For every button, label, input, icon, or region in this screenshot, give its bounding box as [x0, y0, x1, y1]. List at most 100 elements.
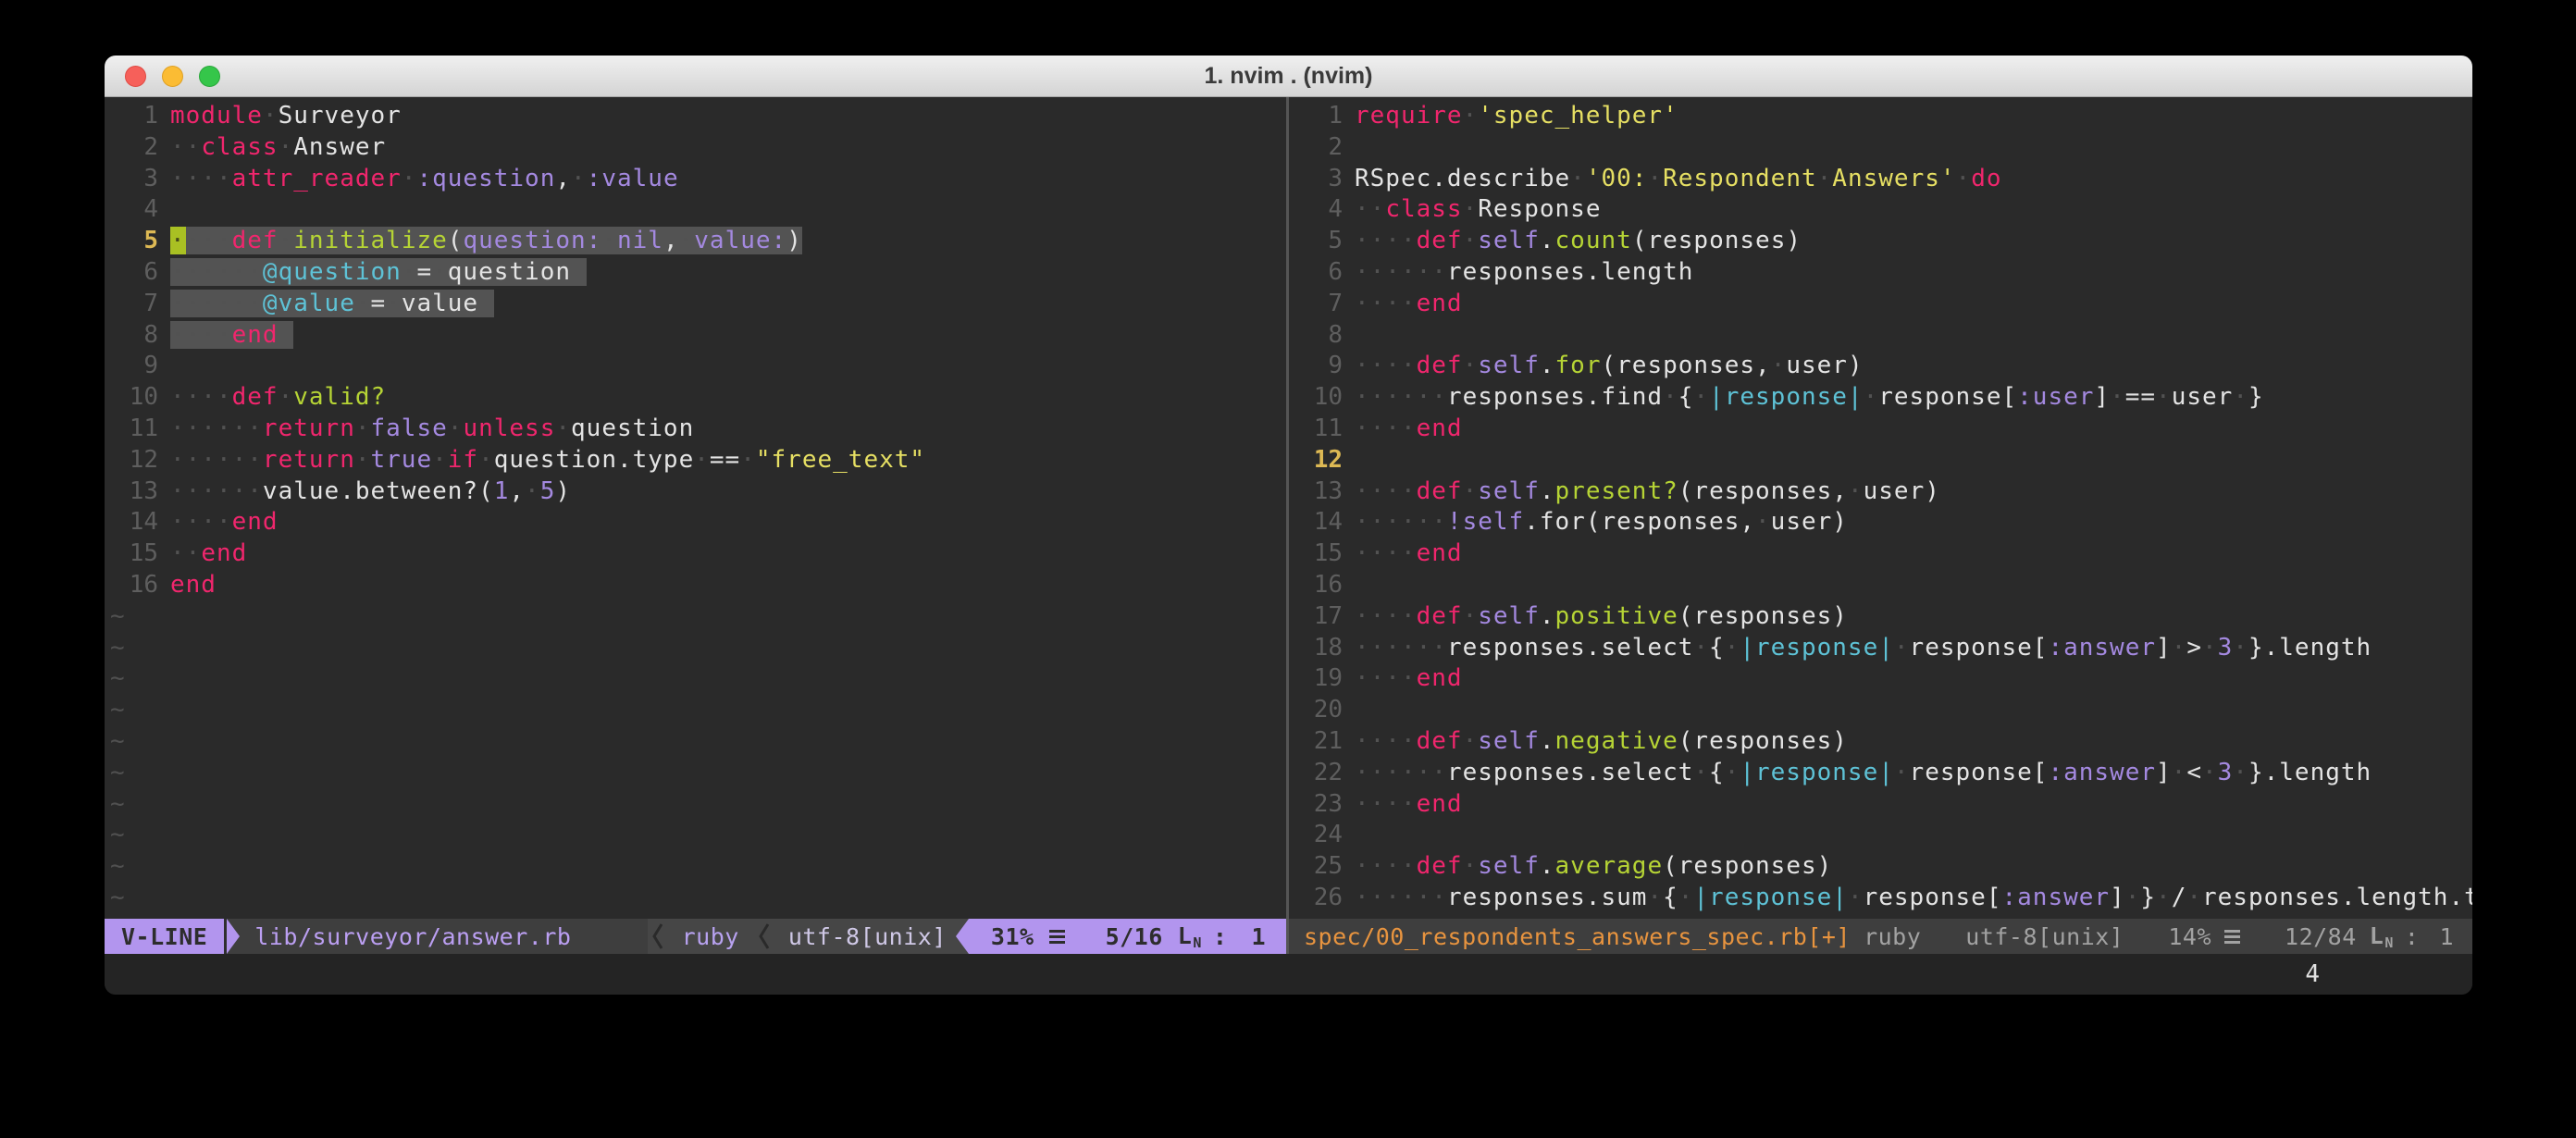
code-line[interactable]: 12······return·true·if·question.type·==·…: [105, 445, 1286, 476]
code-line[interactable]: 6······responses.length: [1289, 257, 2472, 289]
code-line[interactable]: 14····end: [105, 507, 1286, 538]
code-line[interactable]: 5····def·self.count(responses): [1289, 226, 2472, 257]
code-line[interactable]: 25····def·self.average(responses): [1289, 851, 2472, 883]
line-number: 17: [1294, 601, 1343, 633]
code-line[interactable]: 19····end: [1289, 663, 2472, 695]
code-text: end: [170, 571, 217, 599]
cursor-block: ·: [170, 227, 186, 254]
line-number: 13: [110, 476, 158, 508]
line-number: 12: [1294, 445, 1343, 476]
line-number: 21: [1294, 726, 1343, 758]
line-number: 10: [1294, 382, 1343, 414]
line-number: 1: [1294, 101, 1343, 132]
code-text: ····end: [1355, 414, 1463, 442]
file-name: lib/surveyor/answer.rb: [240, 919, 647, 954]
code-line[interactable]: 23····end: [1289, 789, 2472, 821]
cursor-position: 5/16: [1106, 923, 1163, 950]
code-text: ····end: [1355, 664, 1463, 692]
line-number: 2: [1294, 132, 1343, 164]
code-line[interactable]: 26······responses.sum·{·|response|·respo…: [1289, 883, 2472, 914]
code-line[interactable]: 1require·'spec_helper': [1289, 101, 2472, 132]
code-text: ····def·self.count(responses): [1355, 227, 1802, 254]
code-text: ····def·self.for(responses,·user): [1355, 352, 1864, 379]
code-text: ····end: [1355, 790, 1463, 818]
code-line[interactable]: 10······responses.find·{·|response|·resp…: [1289, 382, 2472, 414]
code-line[interactable]: 4··class·Response: [1289, 194, 2472, 226]
empty-line-tilde: ~: [105, 726, 1286, 758]
code-line[interactable]: 8····end: [105, 320, 1286, 352]
line-number: 7: [1294, 289, 1343, 320]
code-line[interactable]: 13······value.between?(1,·5): [105, 476, 1286, 508]
code-line[interactable]: 21····def·self.negative(responses): [1289, 726, 2472, 758]
close-button[interactable]: [125, 66, 146, 87]
line-number: 6: [1294, 257, 1343, 289]
code-line[interactable]: 20: [1289, 695, 2472, 726]
code-line[interactable]: 15····end: [1289, 538, 2472, 570]
code-line[interactable]: 17····def·self.positive(responses): [1289, 601, 2472, 633]
code-text: ····end: [170, 321, 293, 349]
split-windows: 1module·Surveyor2··class·Answer3····attr…: [105, 97, 2472, 954]
line-number: 4: [1294, 194, 1343, 226]
line-number: 26: [1294, 883, 1343, 914]
code-line[interactable]: 11······return·false·unless·question: [105, 414, 1286, 445]
code-area-left[interactable]: 1module·Surveyor2··class·Answer3····attr…: [105, 97, 1286, 919]
code-line[interactable]: 2: [1289, 132, 2472, 164]
code-line[interactable]: 6······@question·=·question: [105, 257, 1286, 289]
code-line[interactable]: 7····end: [1289, 289, 2472, 320]
code-line[interactable]: 18······responses.select·{·|response|·re…: [1289, 633, 2472, 664]
line-number: 20: [1294, 695, 1343, 726]
nvim-content: 1module·Surveyor2··class·Answer3····attr…: [105, 97, 2472, 995]
traffic-lights: [125, 56, 220, 96]
powerline-arrow-left-icon: [956, 919, 969, 954]
code-line[interactable]: 8: [1289, 320, 2472, 352]
pending-command-count: 4: [2305, 960, 2320, 988]
empty-line-tilde: ~: [105, 601, 1286, 633]
empty-line-tilde: ~: [105, 633, 1286, 664]
file-name-modified: spec/00_respondents_answers_spec.rb[+]: [1289, 923, 1819, 950]
code-line[interactable]: 24: [1289, 820, 2472, 851]
line-number: 14: [110, 507, 158, 538]
title-bar[interactable]: 1. nvim . (nvim): [105, 56, 2472, 97]
code-line[interactable]: 10····def·valid?: [105, 382, 1286, 414]
code-line[interactable]: 15··end: [105, 538, 1286, 570]
code-area-right[interactable]: 1require·'spec_helper'23RSpec.describe·'…: [1289, 97, 2472, 919]
code-line[interactable]: 14······!self.for(responses,·user): [1289, 507, 2472, 538]
code-line[interactable]: 4: [105, 194, 1286, 226]
code-line[interactable]: 1module·Surveyor: [105, 101, 1286, 132]
code-line[interactable]: 3RSpec.describe·'00:·Respondent·Answers'…: [1289, 164, 2472, 195]
scroll-percent: 31%: [991, 923, 1034, 950]
chevron-left-icon: [651, 922, 663, 951]
line-number: 24: [1294, 820, 1343, 851]
code-line[interactable]: 16: [1289, 570, 2472, 601]
code-line[interactable]: 11····end: [1289, 414, 2472, 445]
code-text: ······responses.select·{·|response|·resp…: [1355, 759, 2372, 786]
zoom-button[interactable]: [199, 66, 220, 87]
vim-window-left: 1module·Surveyor2··class·Answer3····attr…: [105, 97, 1286, 954]
minimize-button[interactable]: [162, 66, 183, 87]
line-number: 5: [110, 226, 158, 257]
code-line[interactable]: 13····def·self.present?(responses,·user): [1289, 476, 2472, 508]
code-text: ····def·self.present?(responses,·user): [1355, 477, 1940, 505]
encoding-indicator: utf-8[unix]: [774, 923, 956, 950]
code-line[interactable]: 5····def·initialize(question:·nil,·value…: [105, 226, 1286, 257]
code-line[interactable]: 16end: [105, 570, 1286, 601]
code-text: ····attr_reader·:question,·:value: [170, 165, 679, 192]
terminal-window: 1. nvim . (nvim) 1module·Surveyor2··clas…: [105, 56, 2472, 995]
filetype-indicator: ruby: [1864, 923, 1921, 950]
code-line[interactable]: 9 ····def·self.for(responses,·user): [1289, 351, 2472, 382]
vim-window-right: 1require·'spec_helper'23RSpec.describe·'…: [1289, 97, 2472, 954]
code-line[interactable]: 9: [105, 351, 1286, 382]
empty-line-tilde: ~: [105, 851, 1286, 883]
line-number: 15: [1294, 538, 1343, 570]
code-line[interactable]: 12: [1289, 445, 2472, 476]
code-line[interactable]: 3····attr_reader·:question,·:value: [105, 164, 1286, 195]
cursor-column: 1: [2439, 923, 2454, 950]
code-text: ··end: [170, 539, 247, 567]
statusline-left: V-LINE lib/surveyor/answer.rb ruby utf-8…: [105, 919, 1286, 954]
line-number: 9: [1294, 351, 1343, 382]
code-text: ····def·valid?: [170, 383, 386, 411]
code-line[interactable]: 22······responses.select·{·|response|·re…: [1289, 758, 2472, 789]
code-line[interactable]: 7······@value·=·value: [105, 289, 1286, 320]
code-line[interactable]: 2··class·Answer: [105, 132, 1286, 164]
empty-line-tilde: ~: [105, 789, 1286, 821]
